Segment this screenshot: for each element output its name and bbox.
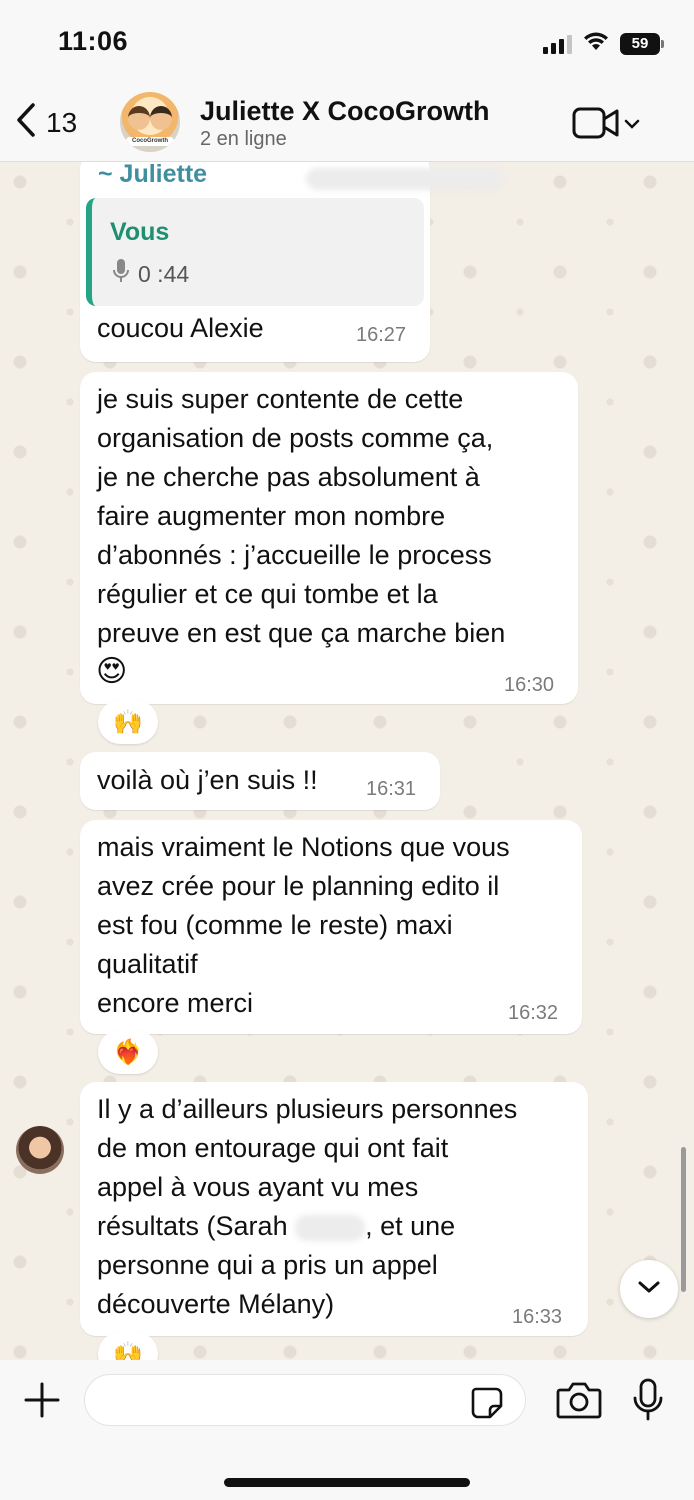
- message-text: voilà où j’en suis !!: [97, 765, 318, 795]
- message-time: 16:30: [504, 674, 555, 696]
- chat-header: 13 CocoGrowth Juliette X CocoGrowth 2 en…: [0, 88, 694, 162]
- message-reaction[interactable]: ❤️‍🔥: [98, 1030, 158, 1074]
- video-call-icon: [572, 106, 620, 145]
- back-chevron-icon: [14, 102, 38, 143]
- message-reaction[interactable]: 🙌: [98, 700, 158, 744]
- sender-phone-blurred: [306, 168, 502, 190]
- camera-icon[interactable]: [556, 1380, 602, 1425]
- quote-audio: 0 :44: [112, 258, 189, 290]
- message-bubble[interactable]: mais vraiment le Notions que vous avez c…: [80, 820, 582, 1034]
- sender-avatar[interactable]: [16, 1126, 64, 1174]
- message-bubble[interactable]: je suis super contente de cette organisa…: [80, 372, 578, 704]
- signal-icon: [543, 34, 572, 54]
- home-indicator[interactable]: [224, 1478, 470, 1487]
- message-time: 16:27: [356, 324, 407, 346]
- chat-area[interactable]: ~ Juliette Vous 0 :44 coucou Alexie 16:2…: [0, 162, 694, 1360]
- chat-subtitle: 2 en ligne: [200, 128, 287, 150]
- message-text: je suis super contente de cette organisa…: [97, 384, 506, 648]
- message-bubble[interactable]: ~ Juliette Vous 0 :44 coucou Alexie 16:2…: [80, 162, 502, 362]
- unread-count: 13: [46, 106, 78, 138]
- status-time: 11:06: [58, 26, 129, 56]
- message-text: mais vraiment le Notions que vous avez c…: [97, 832, 510, 1018]
- message-input[interactable]: [84, 1374, 526, 1426]
- heart-eyes-emoji: 😍: [96, 655, 128, 688]
- message-bubble[interactable]: Il y a d’ailleurs plusieurs personnes de…: [80, 1082, 588, 1336]
- message-time: 16:31: [366, 778, 417, 800]
- chat-title[interactable]: Juliette X CocoGrowth: [200, 96, 490, 127]
- scroll-down-button[interactable]: [620, 1260, 678, 1318]
- sticker-icon[interactable]: [470, 1386, 504, 1425]
- chevron-down-icon: [637, 1279, 661, 1300]
- message-text: Il y a d’ailleurs plusieurs personnes de…: [97, 1090, 517, 1324]
- scrollbar[interactable]: [681, 1147, 686, 1292]
- video-call-button[interactable]: [572, 106, 640, 145]
- back-button[interactable]: 13: [14, 102, 77, 143]
- mic-small-icon: [112, 258, 130, 290]
- battery-icon: 59: [620, 32, 664, 55]
- message-reaction[interactable]: 🙌: [98, 1332, 158, 1360]
- sender-name: ~ Juliette: [98, 162, 208, 188]
- plus-icon[interactable]: [22, 1380, 62, 1425]
- group-avatar[interactable]: CocoGrowth: [120, 92, 180, 152]
- message-time: 16:32: [508, 1002, 559, 1024]
- avatar-tag: CocoGrowth: [126, 137, 174, 146]
- message-bubble[interactable]: voilà où j’en suis !! 16:31: [80, 752, 440, 810]
- message-text: coucou Alexie: [97, 313, 264, 343]
- quote-author: Vous: [110, 218, 170, 246]
- status-bar: 11:06 59: [0, 0, 694, 88]
- audio-duration: 0 :44: [138, 260, 190, 287]
- blurred-name: [295, 1214, 366, 1241]
- mic-icon[interactable]: [632, 1378, 664, 1427]
- chevron-down-icon: [624, 117, 640, 135]
- status-icons: 59: [543, 30, 664, 57]
- wifi-icon: [582, 30, 610, 57]
- message-time: 16:33: [512, 1306, 563, 1328]
- quoted-message[interactable]: Vous 0 :44: [86, 198, 424, 306]
